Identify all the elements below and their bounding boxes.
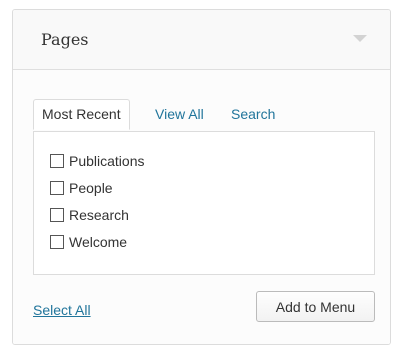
list-item-welcome[interactable]: Welcome — [50, 234, 127, 250]
panel-header[interactable]: Pages — [13, 10, 390, 70]
select-all-link[interactable]: Select All — [33, 302, 91, 318]
pages-panel: Pages Most Recent View All Search Public… — [12, 9, 391, 345]
panel-title: Pages — [41, 30, 89, 49]
tab-most-recent[interactable]: Most Recent — [33, 99, 130, 130]
triangle-down-icon[interactable] — [353, 35, 367, 42]
list-item-people[interactable]: People — [50, 180, 113, 196]
item-label: Research — [69, 207, 129, 223]
tab-view-all[interactable]: View All — [155, 106, 204, 122]
checkbox-people[interactable] — [50, 181, 64, 195]
list-item-research[interactable]: Research — [50, 207, 129, 223]
checkbox-welcome[interactable] — [50, 235, 64, 249]
list-item-publications[interactable]: Publications — [50, 153, 145, 169]
page-checklist: Publications People Research Welcome — [33, 131, 375, 275]
item-label: People — [69, 180, 113, 196]
add-to-menu-button[interactable]: Add to Menu — [256, 291, 375, 322]
checkbox-research[interactable] — [50, 208, 64, 222]
item-label: Publications — [69, 153, 145, 169]
item-label: Welcome — [69, 234, 128, 250]
checkbox-publications[interactable] — [50, 154, 64, 168]
tab-search[interactable]: Search — [231, 106, 275, 122]
panel-body: Most Recent View All Search Publications… — [13, 70, 390, 344]
